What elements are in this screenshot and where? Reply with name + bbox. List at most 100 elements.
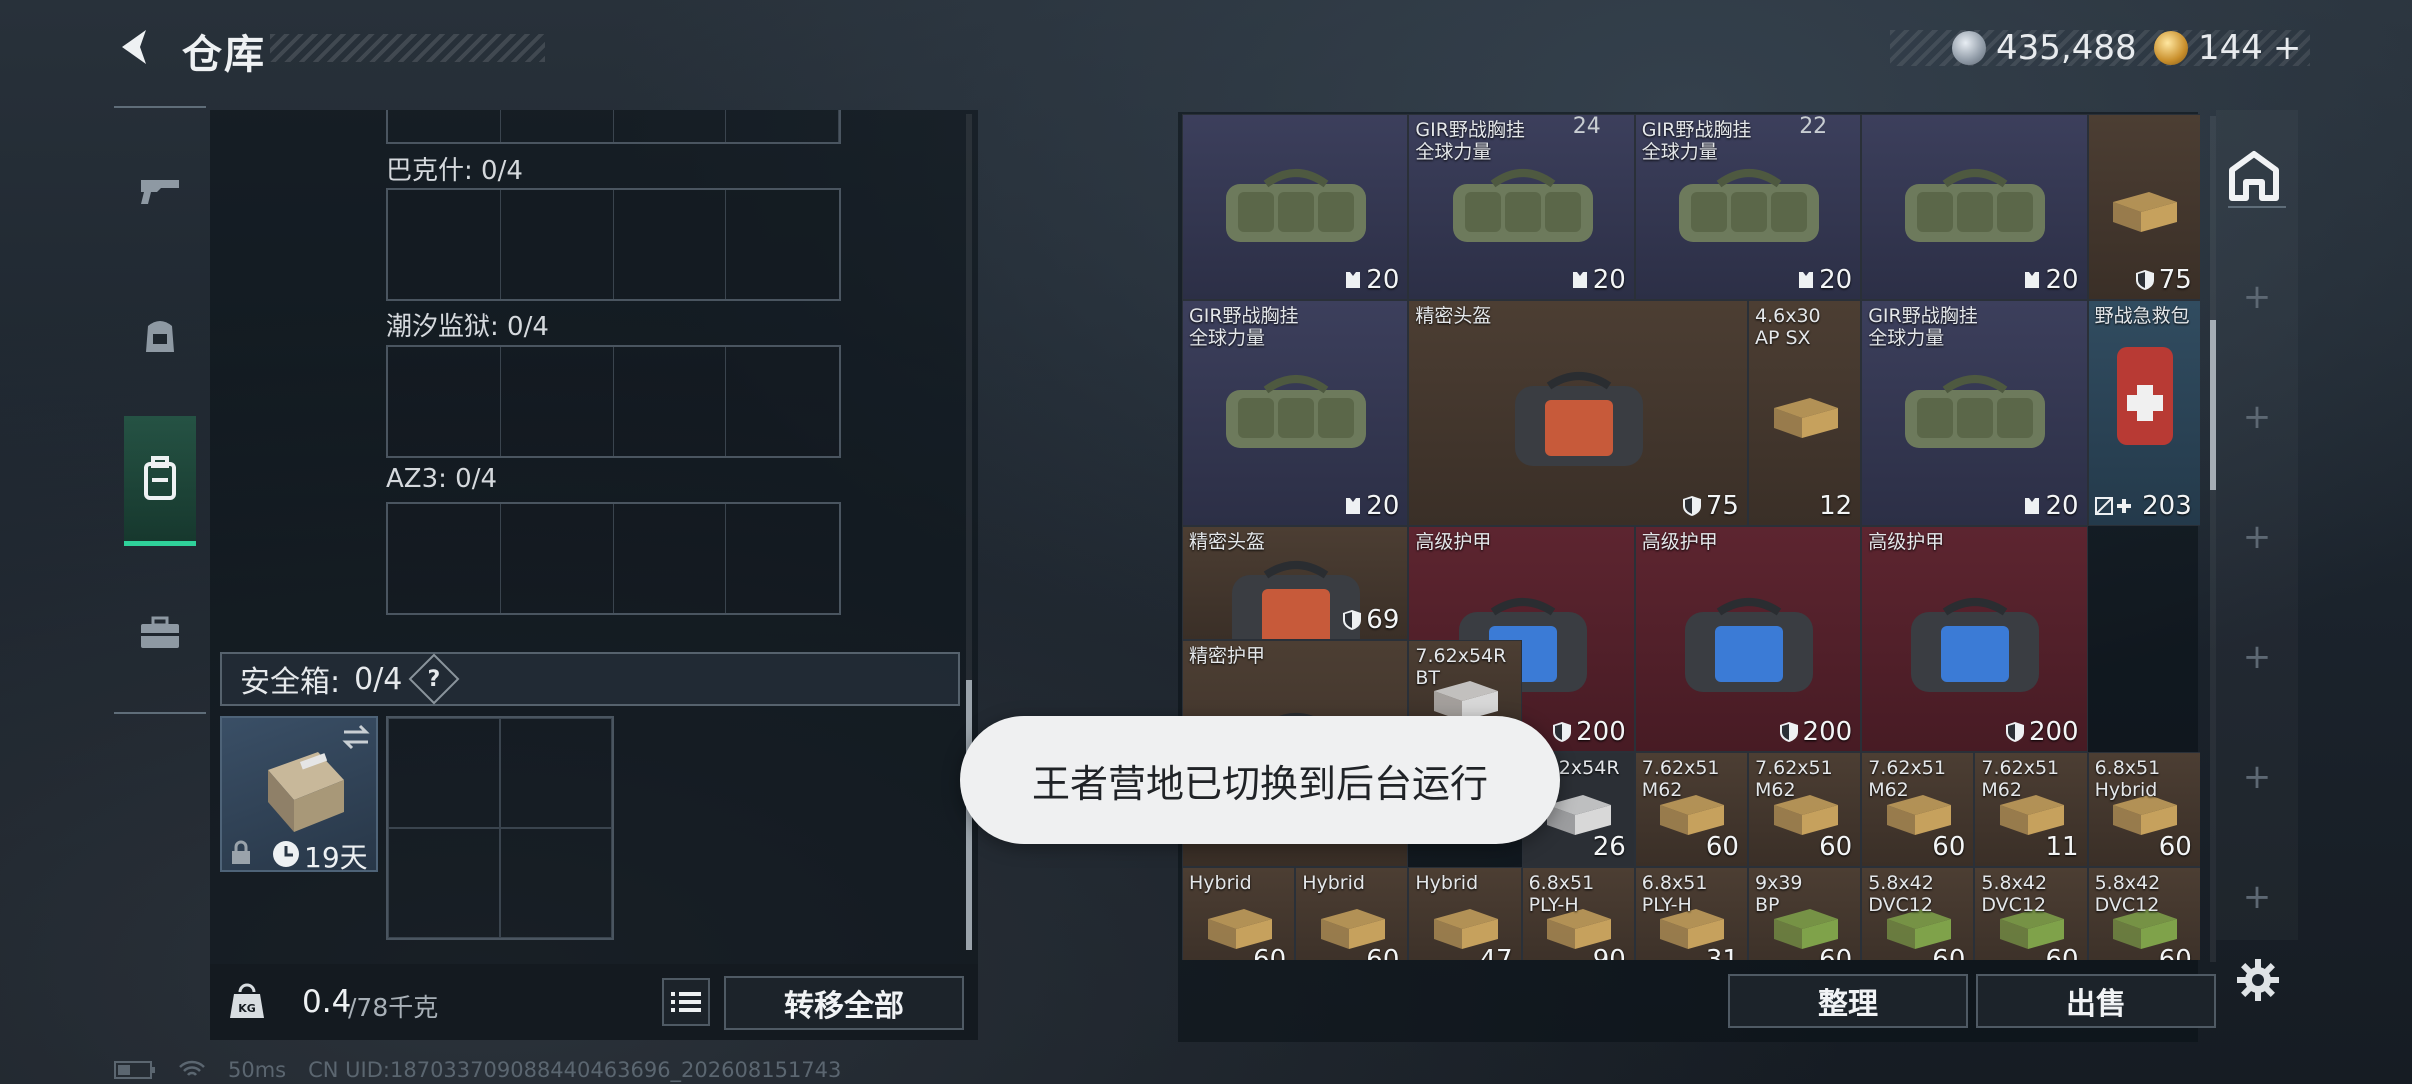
item-count: 60	[2158, 945, 2192, 960]
add-gold-button[interactable]: +	[2273, 28, 2302, 68]
item-name: 5.8x42 DVC12	[1868, 872, 1934, 916]
storage-item[interactable]: 20	[1861, 114, 2088, 300]
item-count: 26	[1592, 832, 1626, 862]
item-count: 47	[1479, 945, 1513, 960]
item-count: 200	[2028, 717, 2079, 747]
safe-box-label: 安全箱:	[240, 665, 341, 700]
clock-icon	[273, 841, 299, 867]
item-name: 4.6x30 AP SX	[1755, 305, 1821, 349]
weight-max: /78千克	[348, 993, 439, 1022]
add-storage-tab-6[interactable]: +	[2240, 877, 2274, 917]
gold-amount: 144	[2198, 28, 2263, 68]
category-cases[interactable]	[124, 568, 196, 698]
item-name: GIR野战胸挂 全球力量	[1415, 119, 1525, 163]
wifi-icon	[179, 1060, 205, 1076]
storage-item[interactable]: 9x39 BP 60	[1748, 867, 1862, 960]
transfer-all-button[interactable]: 转移全部	[724, 976, 964, 1030]
storage-item[interactable]: 6.8x51 PLY-H 31	[1634, 867, 1748, 960]
item-name: Hybrid	[1302, 872, 1365, 894]
storage-item[interactable]: 7.62x51 M62 60	[1748, 752, 1862, 867]
status-bar: 50ms CN UID:18703370908844046369​6_20260…	[114, 1058, 841, 1082]
page-title: 仓库	[182, 32, 266, 78]
item-count: 20	[1366, 265, 1400, 295]
title-decoration	[270, 34, 545, 62]
backpack-icon	[144, 455, 176, 500]
storage-item[interactable]: 5.8x42 DVC12 60	[1861, 867, 1975, 960]
help-icon[interactable]: ?	[408, 653, 460, 705]
storage-item[interactable]: GIR野战胸挂 全球力量 20	[1634, 114, 1862, 300]
armor-bag-icon	[1515, 372, 1644, 466]
item-name: 5.8x42 DVC12	[1981, 872, 2048, 916]
storage-item[interactable]: 6.8x51 PLY-H 90	[1521, 867, 1635, 960]
storage-item[interactable]: GIR野战胸挂 全球力量 20	[1182, 300, 1409, 526]
storage-item[interactable]: 6.8x51 Hybrid 60	[2087, 752, 2200, 867]
medkit-icon	[2117, 347, 2174, 445]
storage-tab-main[interactable]	[2228, 150, 2286, 208]
add-storage-tab-3[interactable]: +	[2240, 517, 2274, 557]
storage-item[interactable]: GIR野战胸挂 全球力量 20	[1861, 300, 2088, 526]
item-count: 60	[1705, 832, 1739, 862]
item-count: 69	[1366, 605, 1400, 635]
swap-icon[interactable]	[340, 724, 372, 750]
category-weapons[interactable]	[124, 126, 196, 256]
item-name: 7.62x54R BT	[1415, 645, 1507, 689]
storage-item[interactable]: Hybrid 47	[1408, 867, 1522, 960]
currency-silver[interactable]: 435,488	[1952, 28, 2137, 68]
silver-coin-icon	[1952, 31, 1986, 65]
settings-button[interactable]	[2236, 958, 2280, 1006]
item-name: 高级护甲	[1868, 531, 1945, 553]
storage-item[interactable]: 7.62x51 M62 60	[1861, 752, 1975, 867]
durability-shield-icon	[1682, 496, 1701, 516]
tactical-vest-icon	[1226, 375, 1367, 448]
item-count: 12	[1819, 491, 1853, 521]
category-equipment[interactable]	[124, 272, 196, 402]
sort-button[interactable]: 整理	[1728, 974, 1968, 1028]
storage-item[interactable]: 7.62x51 M62 60	[1634, 752, 1748, 867]
vest-small-icon	[1572, 272, 1587, 288]
item-count: 60	[1819, 832, 1853, 862]
item-count: 60	[1932, 945, 1966, 960]
storage-item[interactable]: 精密头盔 75	[1408, 300, 1748, 526]
storage-item[interactable]: 7.62x51 M62 11	[1974, 752, 2088, 867]
add-storage-tab-1[interactable]: +	[2240, 277, 2274, 317]
safe-box-slots[interactable]	[386, 716, 614, 940]
storage-item[interactable]: 4.6x30 AP SX 12	[1748, 300, 1862, 526]
slot-row-2[interactable]	[386, 345, 841, 458]
storage-item[interactable]: Hybrid 60	[1182, 867, 1296, 960]
ping-text: 50ms	[228, 1058, 287, 1082]
safe-box-item[interactable]: 19天	[220, 716, 378, 874]
storage-item[interactable]: 75	[2087, 114, 2200, 300]
item-name: GIR野战胸挂 全球力量	[1868, 305, 1978, 349]
briefcase-icon	[141, 616, 179, 648]
item-name: 6.8x51 Hybrid	[2094, 757, 2161, 801]
item-name: 精密护甲	[1189, 645, 1266, 667]
list-view-button[interactable]	[662, 978, 710, 1026]
item-name: 7.62x51 M62	[1755, 757, 1833, 801]
item-count: 90	[1592, 945, 1626, 960]
slot-row-1[interactable]	[386, 188, 841, 301]
storage-item[interactable]: 5.8x42 DVC12 60	[1974, 867, 2088, 960]
add-storage-tab-4[interactable]: +	[2240, 637, 2274, 677]
slot-row-3[interactable]	[386, 502, 841, 615]
vest-small-icon	[2025, 272, 2040, 288]
storage-item[interactable]: 高级护甲 200	[1861, 526, 2088, 752]
back-button[interactable]	[112, 24, 158, 70]
item-count: 203	[2142, 491, 2192, 521]
item-count: 60	[1253, 945, 1287, 960]
storage-item[interactable]: Hybrid 60	[1295, 867, 1409, 960]
storage-item[interactable]: 20	[1182, 114, 1409, 300]
storage-item[interactable]: 野战急救包 203	[2087, 300, 2200, 526]
storage-item[interactable]: 高级护甲 200	[1634, 526, 1862, 752]
sell-button[interactable]: 出售	[1976, 974, 2216, 1028]
currency-gold[interactable]: 144 +	[2154, 28, 2301, 68]
storage-item[interactable]: 5.8x42 DVC12 60	[2087, 867, 2200, 960]
category-backpack[interactable]	[124, 416, 196, 546]
uid-text: CN UID:18703370908844046369​6_2026081517…	[308, 1058, 842, 1082]
item-count: 20	[1592, 265, 1626, 295]
storage-item[interactable]: 精密头盔 69	[1182, 526, 1409, 640]
add-storage-tab-5[interactable]: +	[2240, 757, 2274, 797]
add-storage-tab-2[interactable]: +	[2240, 397, 2274, 437]
gold-coin-icon	[2154, 31, 2188, 65]
storage-item[interactable]: GIR野战胸挂 全球力量 20	[1408, 114, 1635, 300]
item-count: 20	[1366, 491, 1400, 521]
